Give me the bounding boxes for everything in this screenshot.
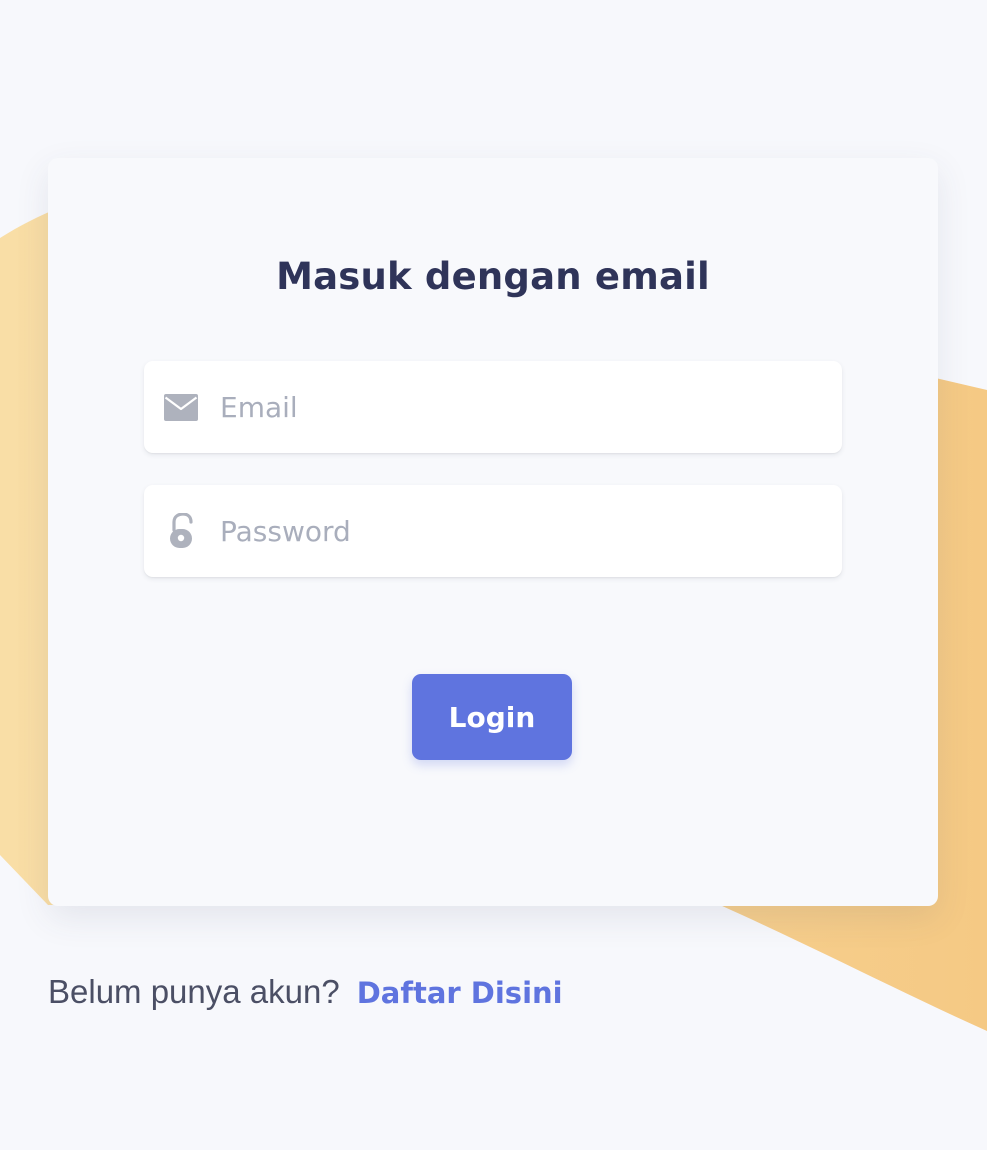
envelope-icon	[162, 388, 200, 426]
email-field[interactable]	[144, 361, 842, 453]
signup-prompt-row: Belum punya akun? Daftar Disini	[48, 973, 563, 1011]
login-title: Masuk dengan email	[276, 255, 710, 298]
password-input[interactable]	[216, 485, 820, 577]
password-field[interactable]	[144, 485, 842, 577]
unlocked-padlock-icon	[162, 512, 200, 550]
signup-prompt-text: Belum punya akun?	[48, 973, 340, 1010]
register-link[interactable]: Daftar Disini	[357, 976, 563, 1010]
login-button[interactable]: Login	[412, 674, 572, 760]
login-card: Masuk dengan email Login	[48, 158, 938, 906]
email-input[interactable]	[216, 361, 820, 453]
